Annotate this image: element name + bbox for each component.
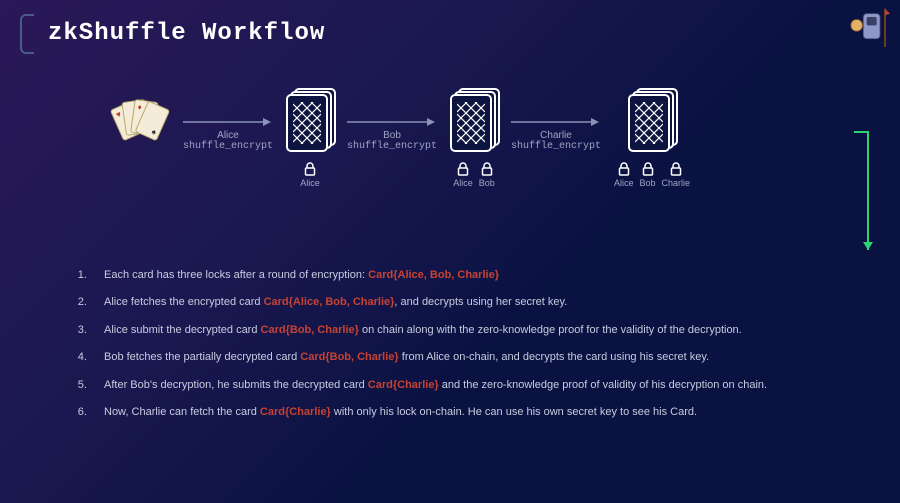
playing-cards-icon: ♥ ♣ ♦ ♠: [110, 94, 170, 148]
highlight-card-expr: Card{Bob, Charlie}: [300, 351, 398, 363]
lock-icon: [670, 162, 682, 176]
card-deck-icon: [628, 88, 676, 152]
lock-owner-label: Bob: [640, 178, 656, 188]
stage-charlie-deck: Alice Bob Charlie: [614, 88, 690, 188]
highlight-card-expr: Card{Bob, Charlie}: [261, 324, 359, 336]
arrow-right-icon: [511, 116, 601, 128]
step-item: Bob fetches the partially decrypted card…: [90, 350, 860, 365]
lock-owner-label: Alice: [300, 178, 320, 188]
arrow-fn-label: shuffle_encrypt: [511, 141, 601, 152]
highlight-card-expr: Card{Alice, Bob, Charlie}: [368, 269, 499, 281]
stage-alice-deck: Alice: [286, 88, 334, 188]
lock-icon: [304, 162, 316, 176]
step-item: Alice fetches the encrypted card Card{Al…: [90, 295, 860, 310]
arrow-right-icon: [347, 116, 437, 128]
arrow-charlie: Charlie shuffle_encrypt: [506, 88, 606, 152]
flow-down-arrow-icon: [854, 130, 870, 260]
highlight-card-expr: Card{Charlie}: [260, 406, 331, 418]
page-title: zkShuffle Workflow: [48, 20, 325, 47]
highlight-card-expr: Card{Charlie}: [368, 379, 439, 391]
lock-owner-label: Charlie: [662, 178, 691, 188]
steps-list: Each card has three locks after a round …: [70, 268, 860, 432]
step-item: After Bob's decryption, he submits the d…: [90, 378, 860, 393]
arrow-actor-label: Charlie: [540, 130, 572, 141]
arrow-actor-label: Alice: [217, 130, 239, 141]
lock-icon: [457, 162, 469, 176]
arrow-fn-label: shuffle_encrypt: [347, 141, 437, 152]
title-bracket-decoration: [20, 14, 34, 54]
lock-icon: [642, 162, 654, 176]
card-deck-icon: [450, 88, 498, 152]
step-item: Alice submit the decrypted card Card{Bob…: [90, 323, 860, 338]
mascot-knight-icon: [840, 2, 890, 52]
arrow-actor-label: Bob: [383, 130, 401, 141]
lock-icon: [618, 162, 630, 176]
lock-owner-label: Bob: [479, 178, 495, 188]
lock-owner-label: Alice: [614, 178, 634, 188]
lock-owner-label: Alice: [453, 178, 473, 188]
arrow-bob: Bob shuffle_encrypt: [342, 88, 442, 152]
arrow-right-icon: [183, 116, 273, 128]
stage-bob-deck: Alice Bob: [450, 88, 498, 188]
lock-icon: [481, 162, 493, 176]
step-item: Now, Charlie can fetch the card Card{Cha…: [90, 405, 860, 420]
step-item: Each card has three locks after a round …: [90, 268, 860, 283]
arrow-fn-label: shuffle_encrypt: [183, 141, 273, 152]
card-deck-icon: [286, 88, 334, 152]
workflow-diagram: ♥ ♣ ♦ ♠ Alice shuffle_encrypt Alice Bo: [110, 88, 850, 218]
arrow-alice: Alice shuffle_encrypt: [178, 88, 278, 152]
stage-initial-cards: ♥ ♣ ♦ ♠: [110, 88, 170, 148]
highlight-card-expr: Card{Alice, Bob, Charlie}: [264, 296, 395, 308]
